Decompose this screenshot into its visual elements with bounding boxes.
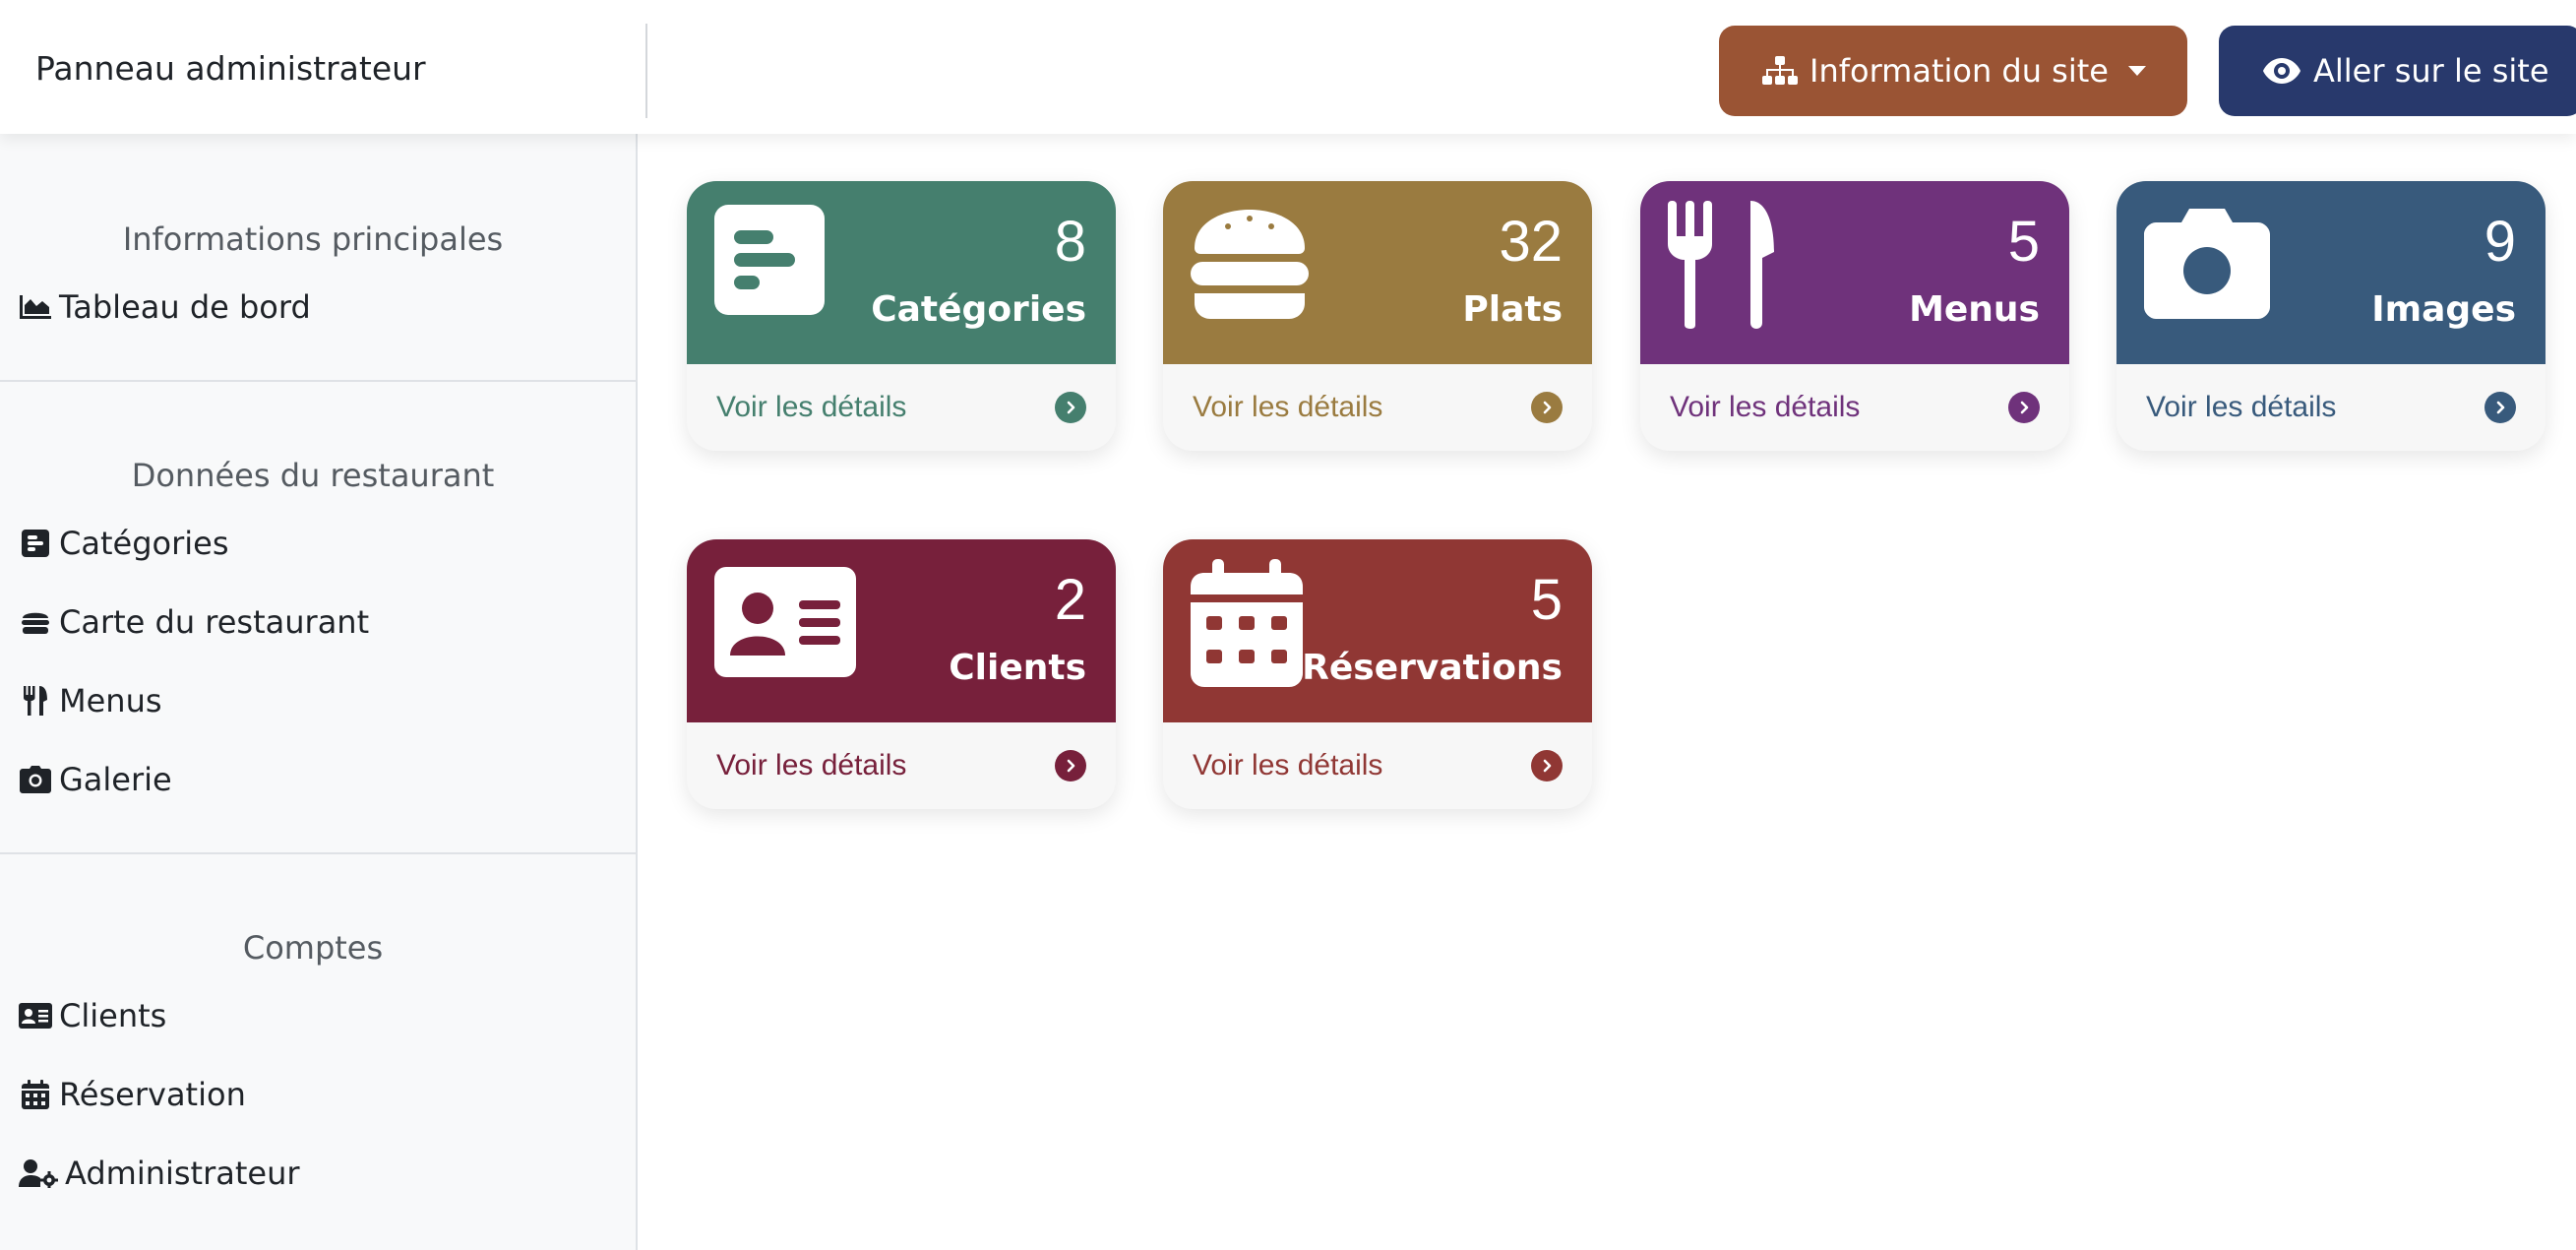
sidebar-item-dashboard[interactable]: Tableau de bord [18, 283, 311, 331]
card-label: Catégories [871, 289, 1086, 330]
section-title-restaurant: Données du restaurant [131, 457, 495, 494]
burger-icon [18, 604, 53, 640]
card-header: 2 Clients [687, 539, 1116, 722]
stat-card-reservations: 5 Réservations Voir les détails [1163, 539, 1592, 809]
chevron-right-icon[interactable] [1055, 750, 1086, 781]
go-to-site-button[interactable]: Aller sur le site [2219, 26, 2576, 116]
card-details-link[interactable]: Voir les détails [1640, 364, 2069, 451]
sitemap-icon [1762, 56, 1798, 85]
card-header: 8 Catégories [687, 181, 1116, 364]
chevron-right-icon[interactable] [2484, 392, 2516, 423]
stat-card-images: 9 Images Voir les détails [2116, 181, 2545, 451]
sidebar-item-categories[interactable]: Catégories [18, 520, 228, 567]
card-label: Images [2371, 289, 2516, 330]
details-link-text[interactable]: Voir les détails [2146, 391, 2336, 424]
sidebar-item-restaurant-menu[interactable]: Carte du restaurant [18, 598, 369, 646]
sidebar-item-label: Réservation [59, 1076, 246, 1113]
card-count: 8 [1054, 210, 1086, 274]
sidebar-item-administrator[interactable]: Administrateur [18, 1150, 300, 1197]
chevron-right-icon[interactable] [1531, 392, 1563, 423]
stat-card-dishes: 32 Plats Voir les détails [1163, 181, 1592, 451]
sidebar-item-clients[interactable]: Clients [18, 992, 166, 1039]
section-title-main: Informations principales [122, 220, 504, 258]
card-count: 2 [1054, 568, 1086, 632]
id-card-icon [18, 998, 53, 1033]
section-title-accounts: Comptes [242, 929, 384, 967]
site-info-label: Information du site [1809, 52, 2109, 90]
card-header: 5 Menus [1640, 181, 2069, 364]
sidebar-item-gallery[interactable]: Galerie [18, 756, 172, 803]
card-count: 32 [1499, 210, 1563, 274]
sidebar-item-label: Tableau de bord [59, 288, 311, 326]
calendar-icon [1191, 559, 1303, 691]
utensils-icon [1668, 201, 1778, 333]
sidebar-item-reservation[interactable]: Réservation [18, 1071, 246, 1118]
camera-icon [18, 762, 53, 797]
sidebar-item-label: Catégories [59, 525, 229, 562]
card-label: Réservations [1302, 648, 1563, 688]
card-details-link[interactable]: Voir les détails [687, 364, 1116, 451]
caret-down-icon [2127, 66, 2146, 76]
top-navbar: Panneau administrateur Information du si… [0, 0, 2576, 134]
card-details-link[interactable]: Voir les détails [1163, 722, 1592, 809]
chevron-right-icon[interactable] [2008, 392, 2040, 423]
id-card-icon [714, 567, 856, 681]
camera-icon [2144, 209, 2270, 323]
stat-card-menus: 5 Menus Voir les détails [1640, 181, 2069, 451]
stat-card-clients: 2 Clients Voir les détails [687, 539, 1116, 809]
details-link-text[interactable]: Voir les détails [1670, 391, 1860, 424]
chart-area-icon [18, 289, 53, 325]
details-link-text[interactable]: Voir les détails [716, 391, 906, 424]
site-info-dropdown-button[interactable]: Information du site [1719, 26, 2187, 116]
details-link-text[interactable]: Voir les détails [1193, 749, 1382, 782]
list-icon [714, 205, 825, 319]
card-header: 9 Images [2116, 181, 2545, 364]
card-label: Plats [1462, 289, 1563, 330]
card-count: 5 [2007, 210, 2040, 274]
card-label: Clients [949, 648, 1086, 688]
burger-icon [1191, 205, 1309, 325]
sidebar-item-label: Carte du restaurant [59, 603, 370, 641]
card-count: 5 [1530, 568, 1563, 632]
sidebar: Informations principales Tableau de bord… [0, 134, 638, 1250]
card-label: Menus [1909, 289, 2040, 330]
sidebar-item-label: Administrateur [65, 1155, 300, 1192]
card-details-link[interactable]: Voir les détails [2116, 364, 2545, 451]
sidebar-divider [0, 852, 638, 854]
calendar-icon [18, 1077, 53, 1112]
stat-card-categories: 8 Catégories Voir les détails [687, 181, 1116, 451]
chevron-right-icon[interactable] [1531, 750, 1563, 781]
sidebar-item-label: Galerie [59, 761, 172, 798]
sidebar-divider [0, 380, 638, 382]
utensils-icon [18, 683, 53, 719]
card-details-link[interactable]: Voir les détails [687, 722, 1116, 809]
user-cog-icon [18, 1156, 59, 1191]
card-header: 5 Réservations [1163, 539, 1592, 722]
details-link-text[interactable]: Voir les détails [1193, 391, 1382, 424]
sidebar-item-menus[interactable]: Menus [18, 677, 162, 724]
go-to-site-label: Aller sur le site [2313, 52, 2549, 90]
card-details-link[interactable]: Voir les détails [1163, 364, 1592, 451]
details-link-text[interactable]: Voir les détails [716, 749, 906, 782]
navbar-divider [645, 24, 647, 118]
card-header: 32 Plats [1163, 181, 1592, 364]
brand-title[interactable]: Panneau administrateur [35, 0, 426, 138]
sidebar-item-label: Clients [59, 997, 167, 1034]
list-icon [18, 526, 53, 561]
chevron-right-icon[interactable] [1055, 392, 1086, 423]
sidebar-item-label: Menus [59, 682, 162, 719]
eye-icon [2263, 58, 2300, 84]
card-count: 9 [2484, 210, 2516, 274]
